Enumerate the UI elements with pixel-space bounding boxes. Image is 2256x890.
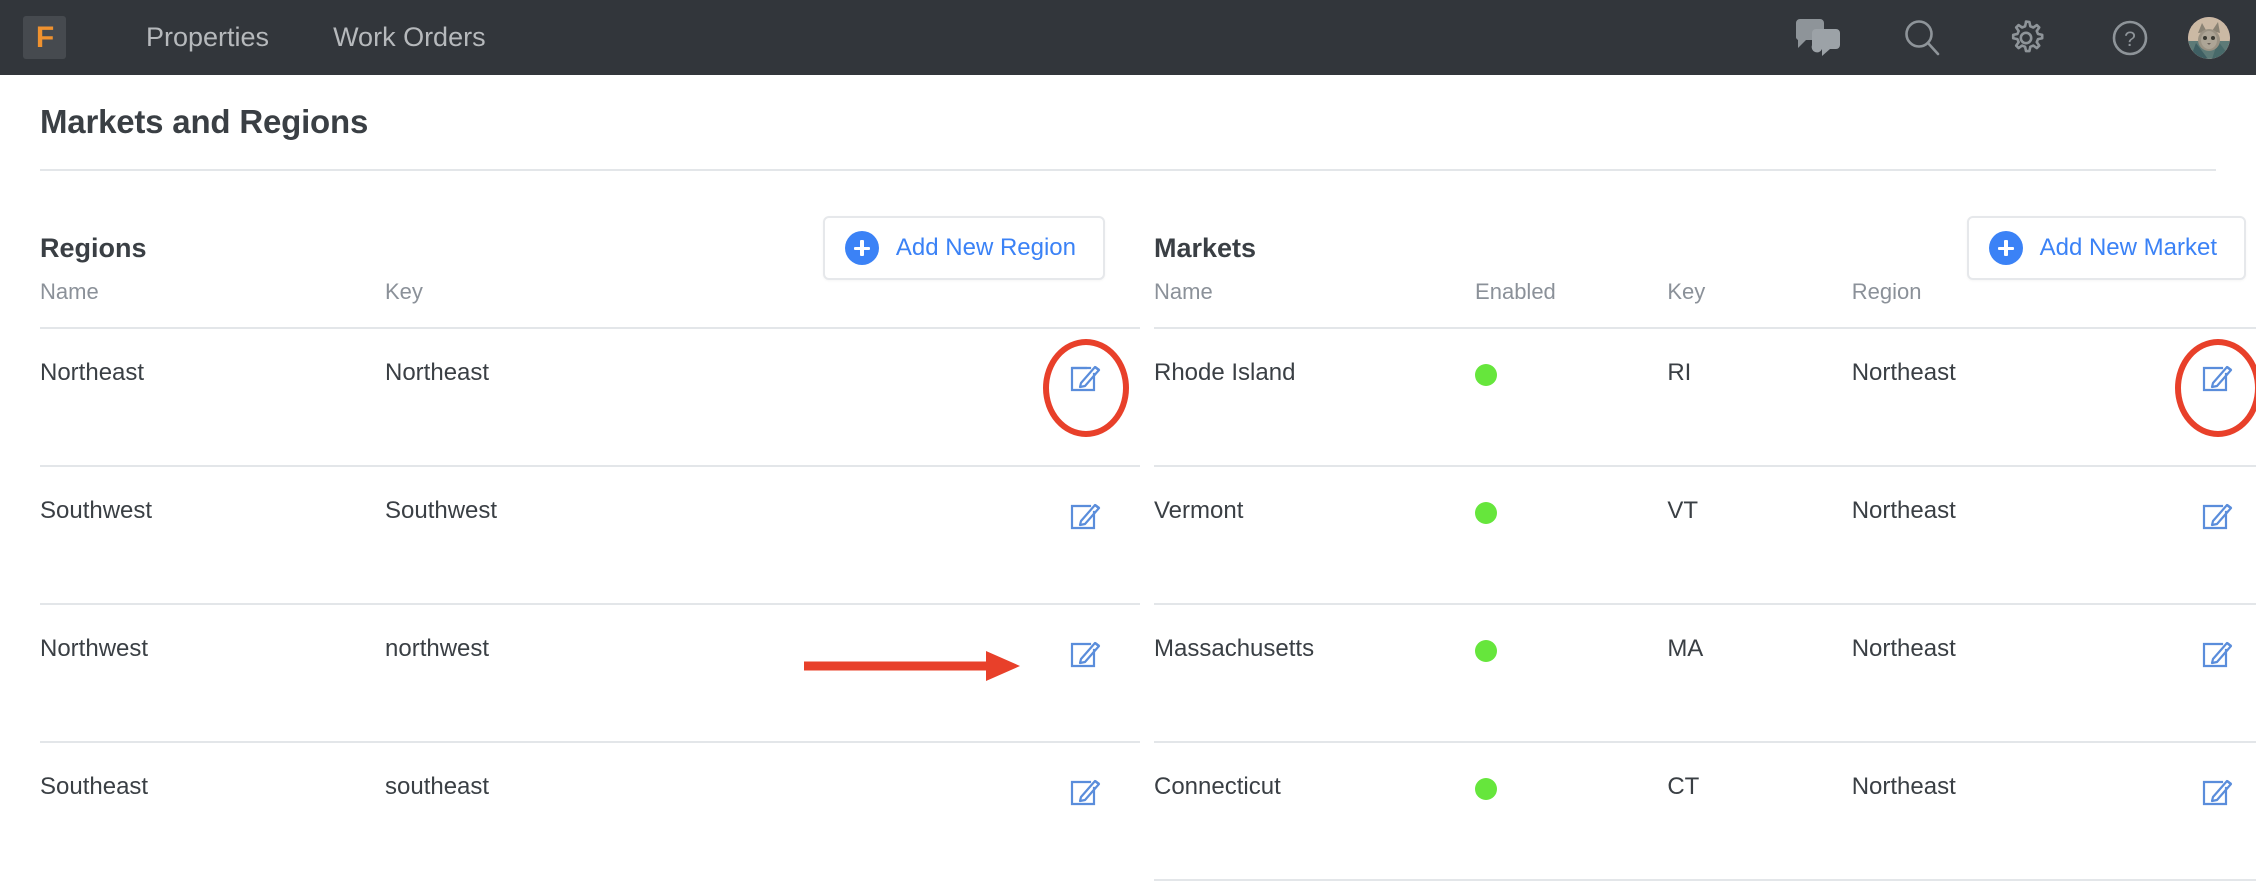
market-enabled bbox=[1475, 466, 1668, 605]
table-row: Northwest northwest bbox=[40, 604, 1140, 743]
market-key: VT bbox=[1667, 466, 1852, 605]
markets-col-actions bbox=[2137, 279, 2256, 329]
table-row: Northeast Northeast bbox=[40, 328, 1140, 467]
region-actions bbox=[1020, 742, 1140, 879]
plus-icon bbox=[844, 231, 879, 265]
add-new-region-label: Add New Region bbox=[895, 234, 1076, 261]
markets-table-header-row: Name Enabled Key Region bbox=[1154, 279, 2256, 329]
edit-icon[interactable] bbox=[1068, 497, 1104, 533]
top-navigation-bar: F Properties Work Orders ? bbox=[0, 0, 2256, 75]
content-area: Regions Add New Region Name Key Northeas… bbox=[0, 171, 2256, 881]
region-key: southeast bbox=[385, 773, 490, 800]
regions-panel: Regions Add New Region Name Key Northeas… bbox=[0, 171, 1140, 881]
region-name: Northeast bbox=[40, 328, 385, 467]
app-logo[interactable]: F bbox=[23, 16, 66, 59]
table-row: Vermont VT Northeast bbox=[1154, 466, 2256, 605]
market-key: RI bbox=[1667, 328, 1852, 467]
nav-link-properties[interactable]: Properties bbox=[114, 22, 301, 53]
region-actions bbox=[1020, 328, 1140, 467]
edit-icon[interactable] bbox=[2200, 497, 2236, 533]
plus-icon bbox=[1988, 231, 2023, 265]
regions-col-name: Name bbox=[40, 279, 385, 329]
add-new-region-button[interactable]: Add New Region bbox=[822, 216, 1105, 280]
markets-title: Markets bbox=[1154, 232, 1257, 263]
regions-col-key: Key bbox=[385, 279, 1020, 329]
status-badge-enabled bbox=[1475, 502, 1498, 524]
table-row: Massachusetts MA Northeast bbox=[1154, 604, 2256, 743]
status-badge-enabled bbox=[1475, 640, 1498, 662]
region-name: Northwest bbox=[40, 604, 385, 743]
regions-panel-header: Regions Add New Region bbox=[40, 171, 1140, 280]
region-actions bbox=[1020, 604, 1140, 743]
market-name: Rhode Island bbox=[1154, 328, 1476, 467]
table-row: Rhode Island RI Northeast bbox=[1154, 328, 2256, 467]
market-enabled bbox=[1475, 742, 1668, 881]
market-actions bbox=[2137, 742, 2256, 881]
search-icon[interactable] bbox=[1870, 0, 1974, 75]
table-row: Connecticut CT Northeast bbox=[1154, 742, 2256, 881]
gear-icon[interactable] bbox=[1974, 0, 2078, 75]
market-actions bbox=[2137, 604, 2256, 743]
region-key: Southwest bbox=[385, 466, 1020, 605]
markets-panel: Markets Add New Market Name Enabled Key … bbox=[1140, 171, 2256, 881]
market-region: Northeast bbox=[1851, 328, 2138, 467]
svg-text:?: ? bbox=[2124, 28, 2136, 51]
page-title: Markets and Regions bbox=[40, 103, 369, 140]
chat-icon[interactable] bbox=[1766, 0, 1870, 75]
market-name: Connecticut bbox=[1154, 742, 1476, 881]
market-actions bbox=[2137, 466, 2256, 605]
market-actions bbox=[2137, 328, 2256, 467]
region-actions bbox=[1020, 466, 1140, 605]
market-region: Northeast bbox=[1851, 604, 2138, 743]
edit-icon[interactable] bbox=[2200, 635, 2236, 671]
edit-icon[interactable] bbox=[1068, 359, 1104, 395]
edit-icon[interactable] bbox=[1068, 635, 1104, 671]
help-icon[interactable]: ? bbox=[2078, 0, 2182, 75]
regions-table: Name Key Northeast Northeast Southwest S… bbox=[40, 279, 1140, 879]
nav-links: Properties Work Orders bbox=[114, 22, 518, 53]
edit-icon[interactable] bbox=[2200, 773, 2236, 809]
markets-panel-header: Markets Add New Market bbox=[1154, 171, 2256, 280]
market-name: Massachusetts bbox=[1154, 604, 1476, 743]
markets-col-region: Region bbox=[1851, 279, 2138, 329]
add-new-market-label: Add New Market bbox=[2039, 234, 2217, 261]
status-badge-enabled bbox=[1475, 778, 1498, 800]
nav-actions: ? bbox=[1766, 0, 2238, 75]
region-name: Southeast bbox=[40, 773, 149, 800]
markets-col-name: Name bbox=[1154, 279, 1476, 329]
regions-col-actions bbox=[1020, 279, 1140, 329]
status-badge-enabled bbox=[1475, 364, 1498, 386]
regions-table-header-row: Name Key bbox=[40, 279, 1140, 329]
region-key: Northeast bbox=[385, 328, 1020, 467]
market-region: Northeast bbox=[1851, 742, 2138, 881]
markets-col-key: Key bbox=[1667, 279, 1852, 329]
market-key: MA bbox=[1667, 604, 1852, 743]
region-key: northwest bbox=[385, 604, 1020, 743]
market-name: Vermont bbox=[1154, 466, 1476, 605]
market-region: Northeast bbox=[1851, 466, 2138, 605]
table-row: Southeast southeast bbox=[40, 742, 1140, 879]
markets-col-enabled: Enabled bbox=[1475, 279, 1668, 329]
nav-link-work-orders[interactable]: Work Orders bbox=[301, 22, 518, 53]
edit-icon[interactable] bbox=[2200, 359, 2236, 395]
market-enabled bbox=[1475, 328, 1668, 467]
region-name: Southwest bbox=[40, 466, 385, 605]
page-header: Markets and Regions bbox=[0, 75, 2256, 141]
avatar[interactable] bbox=[2188, 16, 2230, 59]
edit-icon[interactable] bbox=[1068, 773, 1104, 809]
markets-table: Name Enabled Key Region Rhode Island RI … bbox=[1154, 279, 2256, 881]
table-row: Southwest Southwest bbox=[40, 466, 1140, 605]
market-enabled bbox=[1475, 604, 1668, 743]
regions-title: Regions bbox=[40, 232, 147, 263]
add-new-market-button[interactable]: Add New Market bbox=[1966, 216, 2246, 280]
market-key: CT bbox=[1667, 742, 1852, 881]
